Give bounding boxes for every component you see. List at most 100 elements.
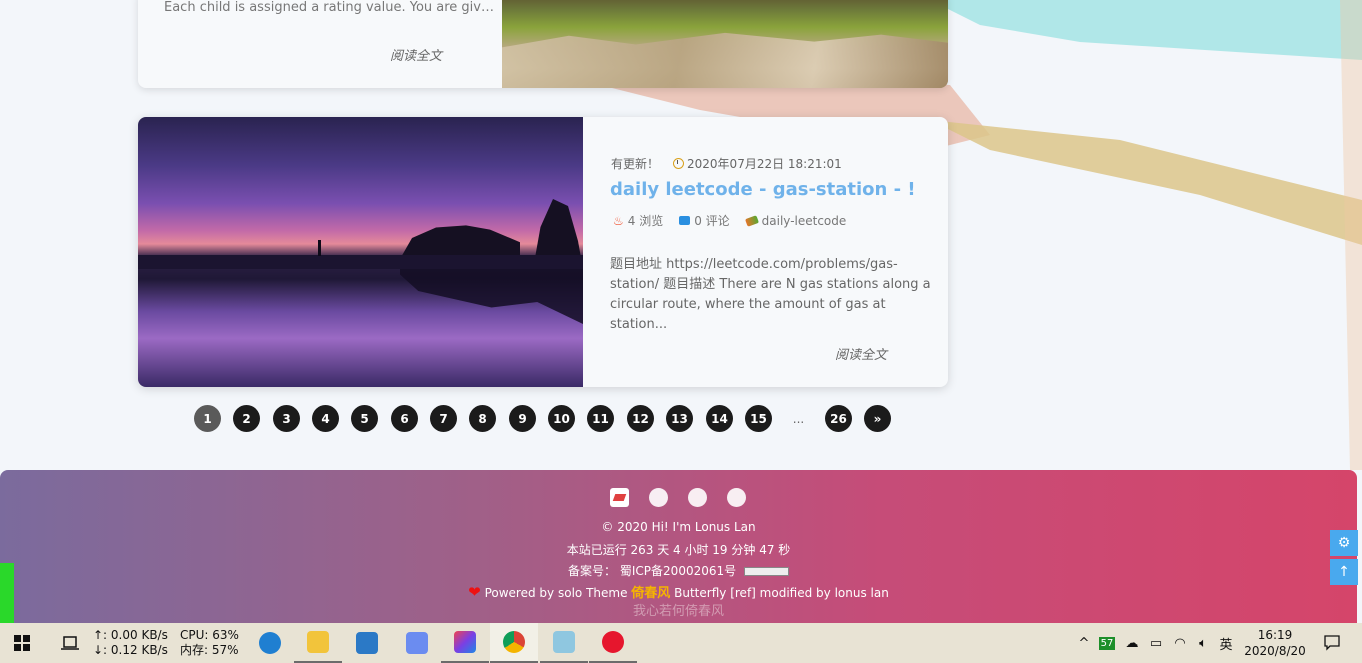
page-5[interactable]: 5 — [351, 405, 378, 432]
mail-icon — [356, 632, 378, 654]
settings-button[interactable]: ⚙ — [1330, 530, 1358, 556]
cpu-usage: CPU: 63% — [180, 628, 239, 642]
article-title[interactable]: daily leetcode - gas-station - ! — [610, 179, 916, 200]
notepad-icon — [553, 631, 575, 653]
read-more-link[interactable]: 阅读全文 — [390, 45, 442, 64]
back-to-top-button[interactable]: ↑ — [1330, 559, 1358, 585]
ime-indicator[interactable]: 英 — [1216, 623, 1236, 663]
page-9[interactable]: 9 — [509, 405, 536, 432]
intellij-app[interactable] — [441, 623, 489, 663]
site-footer: © 2020 Hi! I'm Lonus Lan 本站已运行 263 天 4 小… — [0, 470, 1357, 623]
copyright-prefix: © 2020 — [601, 520, 648, 534]
social-links — [610, 488, 746, 507]
weibo-app[interactable] — [589, 623, 637, 663]
reflection — [400, 269, 583, 324]
solo-link[interactable]: solo — [558, 586, 582, 600]
fire-icon: ♨ — [613, 213, 624, 228]
tag-link[interactable]: daily-leetcode — [744, 213, 847, 228]
windows-taskbar: ↑: 0.00 KB/s ↓: 0.12 KB/s CPU: 63% 内存: 5… — [0, 623, 1362, 663]
theme-prefix: Theme — [586, 586, 628, 600]
onedrive-icon[interactable]: ☁ — [1122, 623, 1142, 663]
notification-icon — [1324, 635, 1340, 651]
article-stats: ♨ 4 浏览 0 评论 daily-leetcode — [613, 212, 846, 229]
arrow-up-icon: ↑ — [1338, 564, 1350, 580]
page-11[interactable]: 11 — [587, 405, 614, 432]
heart-icon: ❤ — [468, 583, 481, 601]
ref-link[interactable]: [ref] — [730, 586, 756, 600]
copyright-line: © 2020 Hi! I'm Lonus Lan — [0, 520, 1357, 534]
start-button[interactable] — [0, 623, 44, 663]
page-15[interactable]: 15 — [745, 405, 772, 432]
chrome-app[interactable] — [490, 623, 538, 663]
page-8[interactable]: 8 — [469, 405, 496, 432]
page-13[interactable]: 13 — [666, 405, 693, 432]
watermark-text: 倚春风 — [631, 586, 671, 601]
article-excerpt: 题目地址 https://leetcode.com/problems/gas-s… — [610, 257, 931, 332]
page-10[interactable]: 10 — [548, 405, 575, 432]
author-link[interactable]: lonus lan — [835, 586, 889, 600]
net-upload: ↑: 0.00 KB/s — [93, 628, 168, 642]
wifi-icon[interactable]: ◠ — [1170, 623, 1190, 663]
tag-label: daily-leetcode — [761, 213, 847, 228]
modified-by-text: modified by — [759, 586, 831, 600]
page-3[interactable]: 3 — [273, 405, 300, 432]
article-card-1[interactable]: Each child is assigned a rating value. Y… — [138, 0, 948, 88]
chrome-icon — [503, 631, 525, 653]
comments-stat[interactable]: 0 评论 — [679, 212, 730, 229]
wechat-icon[interactable] — [727, 488, 746, 507]
article-thumbnail[interactable] — [138, 117, 583, 387]
page-4[interactable]: 4 — [312, 405, 339, 432]
qq-icon[interactable] — [688, 488, 707, 507]
clock-time: 16:19 — [1257, 628, 1293, 642]
views-stat: ♨ 4 浏览 — [613, 212, 663, 229]
site-name-link[interactable]: Hi! I'm Lonus Lan — [652, 520, 756, 534]
show-hidden-icons[interactable]: ^ — [1076, 623, 1092, 663]
network-speed: ↑: 0.00 KB/s ↓: 0.12 KB/s — [93, 623, 168, 663]
mail-app[interactable] — [343, 623, 391, 663]
solo-icon[interactable] — [610, 488, 629, 507]
notepad-app[interactable] — [540, 623, 588, 663]
cn-badge-image — [743, 567, 789, 576]
page-12[interactable]: 12 — [627, 405, 654, 432]
action-center-button[interactable] — [1318, 623, 1346, 663]
icp-link[interactable]: 蜀ICP备20002061号 — [620, 564, 736, 578]
feishu-app[interactable] — [393, 623, 441, 663]
powered-line: ❤ Powered by solo Theme 倚春风 Butterfly [r… — [0, 582, 1357, 601]
page-2[interactable]: 2 — [233, 405, 260, 432]
article-excerpt: Each child is assigned a rating value. Y… — [164, 0, 494, 15]
article-date-text: 2020年07月22日 18:21:01 — [687, 157, 842, 171]
battery-icon[interactable]: ▭ — [1146, 623, 1166, 663]
page-26[interactable]: 26 — [825, 405, 852, 432]
system-usage: CPU: 63% 内存: 57% — [180, 623, 239, 663]
page-7[interactable]: 7 — [430, 405, 457, 432]
next-page-button[interactable]: » — [864, 405, 891, 432]
app-icon — [406, 632, 428, 654]
page-1[interactable]: 1 — [194, 405, 221, 432]
task-view-icon — [61, 636, 79, 650]
shoreline — [138, 255, 583, 269]
clock-icon — [673, 158, 685, 169]
file-explorer-app[interactable] — [294, 623, 342, 663]
page-6[interactable]: 6 — [391, 405, 418, 432]
article-thumbnail[interactable] — [502, 0, 948, 88]
net-download: ↓: 0.12 KB/s — [93, 643, 168, 657]
tray-badge-value: 57 — [1098, 636, 1116, 650]
edge-icon — [259, 632, 281, 654]
person-silhouette — [318, 240, 321, 256]
system-clock[interactable]: 16:19 2020/8/20 — [1240, 623, 1310, 663]
views-count: 4 浏览 — [627, 214, 664, 228]
article-card-2[interactable]: 有更新！ 2020年07月22日 18:21:01 daily leetcode… — [138, 117, 948, 387]
landscape-image-detail — [502, 32, 948, 88]
edge-app[interactable] — [246, 623, 294, 663]
tag-icon — [744, 214, 759, 227]
article-date: 2020年07月22日 18:21:01 — [673, 155, 842, 172]
side-drawer-tab[interactable] — [0, 563, 14, 623]
task-view-button[interactable] — [56, 623, 84, 663]
tray-badge[interactable]: 57 — [1098, 623, 1116, 663]
volume-icon[interactable]: 🔈︎ — [1193, 623, 1213, 663]
github-icon[interactable] — [649, 488, 668, 507]
faded-tagline: 我心若何倚春风 — [632, 604, 724, 619]
page-14[interactable]: 14 — [706, 405, 733, 432]
theme-link[interactable]: Butterfly — [674, 586, 726, 600]
read-more-link[interactable]: 阅读全文 — [835, 344, 887, 363]
